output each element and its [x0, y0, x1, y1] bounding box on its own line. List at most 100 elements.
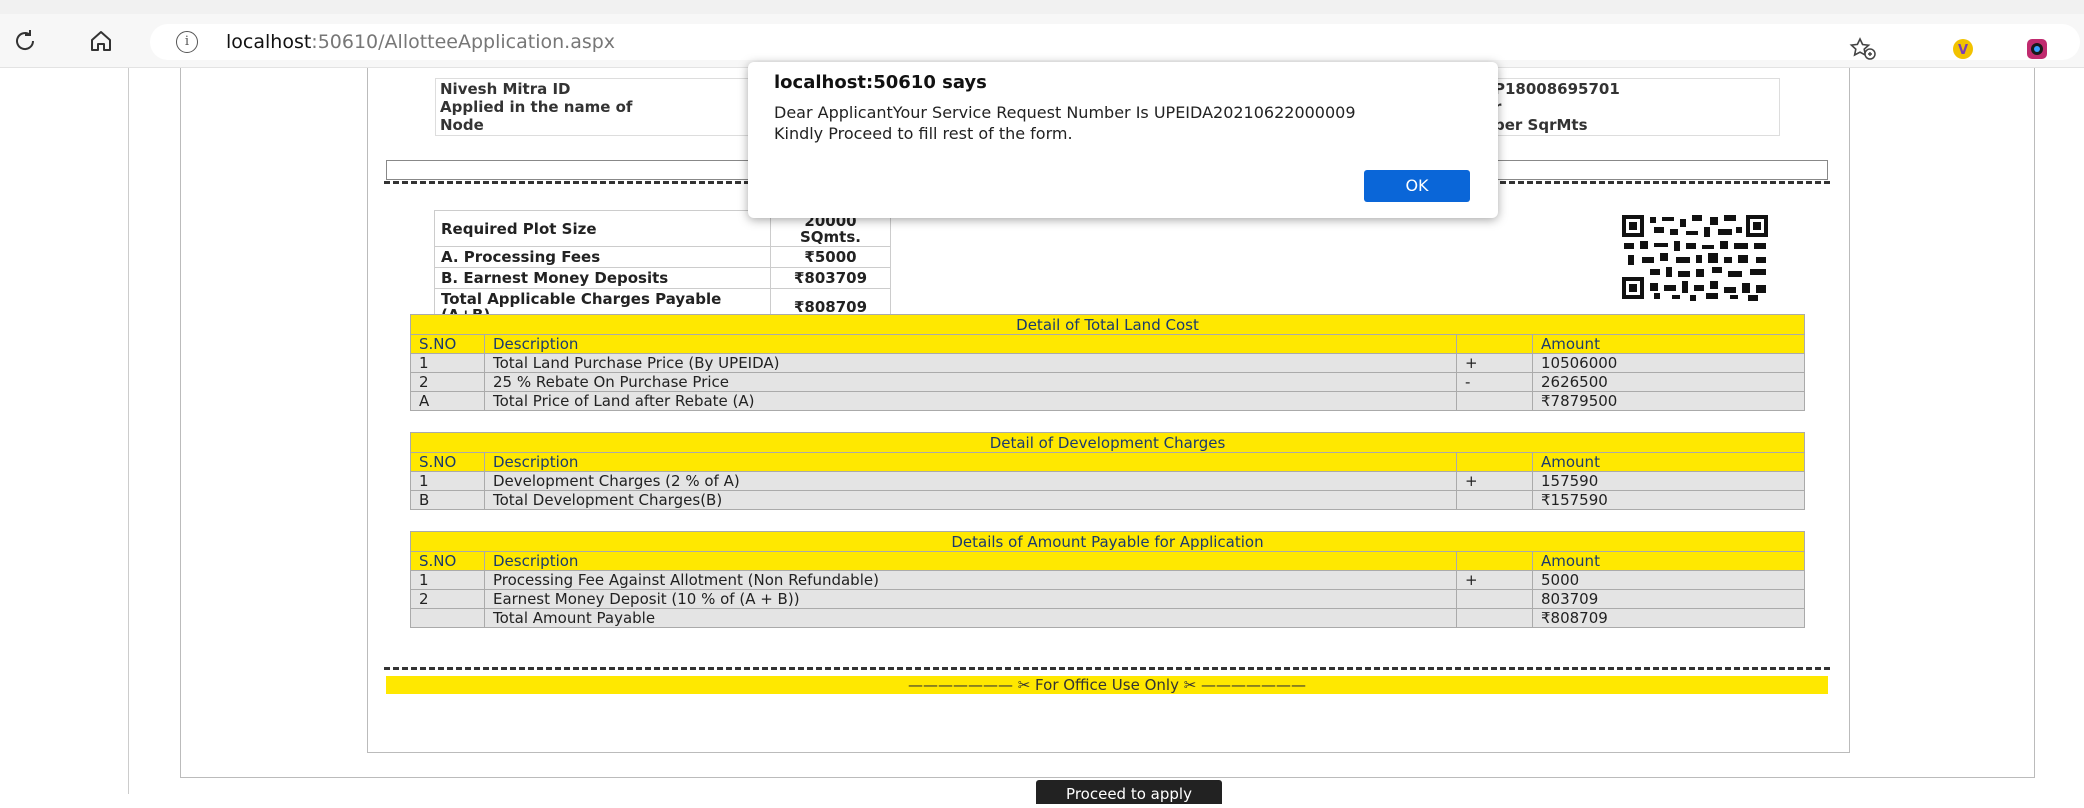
extension-icon[interactable]: V: [1946, 32, 1980, 66]
dialog-ok-button[interactable]: OK: [1364, 170, 1470, 202]
qr-code: [1620, 213, 1770, 301]
nivesh-mitra-value: P18008695701: [1494, 80, 1620, 98]
cell-amount: 2626500: [1532, 372, 1805, 392]
cell-amount: 5000: [1532, 570, 1805, 590]
svg-text:V: V: [1958, 43, 1968, 58]
address-bar[interactable]: i localhost:50610/AllotteeApplication.as…: [150, 24, 2080, 60]
dev-charges-header-row: S.NO Description Amount: [410, 452, 1805, 472]
cell-sign: -: [1456, 372, 1533, 392]
payable-title: Details of Amount Payable for Applicatio…: [410, 531, 1805, 552]
cell-sign: +: [1456, 353, 1533, 373]
table-row: 1 Development Charges (2 % of A) +157590: [410, 471, 1805, 491]
cell-amount: 157590: [1532, 471, 1805, 491]
header-sno: S.NO: [410, 452, 485, 472]
cell-sign: +: [1456, 570, 1533, 590]
cell-sno: 1: [410, 570, 485, 590]
table-row: 2 Earnest Money Deposit (10 % of (A + B))…: [410, 589, 1805, 609]
plot-size-label: Required Plot Size: [434, 210, 771, 247]
dev-charges-title: Detail of Development Charges: [410, 432, 1805, 453]
cell-sno: 2: [410, 589, 485, 609]
processing-fees-row: A. Processing Fees ₹5000: [434, 246, 891, 268]
header-sno: S.NO: [410, 551, 485, 571]
cell-amount: ₹7879500: [1532, 391, 1805, 411]
header-amount: Amount: [1532, 334, 1805, 354]
qr-finder-bottom-left: [1622, 277, 1644, 299]
applicant-info-values: P18008695701 r per SqrMts: [1494, 80, 1620, 134]
cell-sno: 1: [410, 471, 485, 491]
cell-description: Earnest Money Deposit (10 % of (A + B)): [484, 589, 1457, 609]
cell-description: Total Development Charges(B): [484, 490, 1457, 510]
cell-amount: 803709: [1532, 589, 1805, 609]
payable-header-row: S.NO Description Amount: [410, 551, 1805, 571]
emd-label: B. Earnest Money Deposits: [434, 267, 771, 289]
dev-charges-title-row: Detail of Development Charges: [410, 432, 1805, 453]
window-top-strip: [0, 0, 2084, 14]
header-sign: [1456, 551, 1533, 571]
cell-description: Processing Fee Against Allotment (Non Re…: [484, 570, 1457, 590]
node-value: per SqrMts: [1494, 116, 1588, 134]
processing-fees-value: ₹5000: [770, 246, 891, 268]
cell-sign: [1456, 391, 1533, 411]
cell-sign: +: [1456, 471, 1533, 491]
header-description: Description: [484, 551, 1457, 571]
office-use-banner: ——————— ✂ For Office Use Only ✂ ———————: [386, 676, 1828, 694]
dev-charges-table: Detail of Development Charges S.NO Descr…: [410, 432, 1805, 510]
qr-finder-top-left: [1622, 215, 1644, 237]
land-cost-table: Detail of Total Land Cost S.NO Descripti…: [410, 314, 1805, 411]
cell-sign: [1456, 490, 1533, 510]
cell-description: Total Land Purchase Price (By UPEIDA): [484, 353, 1457, 373]
cell-amount: ₹808709: [1532, 608, 1805, 628]
payable-table: Details of Amount Payable for Applicatio…: [410, 531, 1805, 628]
cell-sno: B: [410, 490, 485, 510]
cell-sno: 2: [410, 372, 485, 392]
cell-sno: 1: [410, 353, 485, 373]
header-description: Description: [484, 452, 1457, 472]
url-host: localhost: [226, 31, 312, 53]
refresh-icon[interactable]: [8, 24, 42, 58]
cell-amount: 10506000: [1532, 353, 1805, 373]
table-row: 2 25 % Rebate On Purchase Price -2626500: [410, 372, 1805, 392]
plot-charges-table: Required Plot Size 20000 SQmts. A. Proces…: [434, 210, 891, 325]
cell-sign: [1456, 589, 1533, 609]
info-icon[interactable]: i: [176, 31, 198, 53]
land-cost-title: Detail of Total Land Cost: [410, 314, 1805, 335]
payable-title-row: Details of Amount Payable for Applicatio…: [410, 531, 1805, 552]
header-amount: Amount: [1532, 551, 1805, 571]
proceed-to-apply-button[interactable]: Proceed to apply: [1036, 780, 1222, 804]
table-row: B Total Development Charges(B) ₹157590: [410, 490, 1805, 510]
plot-size-value-unit: SQmts.: [800, 227, 861, 246]
cell-description: 25 % Rebate On Purchase Price: [484, 372, 1457, 392]
dialog-title: localhost:50610 says: [774, 72, 987, 93]
cell-sno: [410, 608, 485, 628]
table-row: A Total Price of Land after Rebate (A) ₹78…: [410, 391, 1805, 411]
header-sign: [1456, 334, 1533, 354]
header-description: Description: [484, 334, 1457, 354]
table-row: Total Amount Payable ₹808709: [410, 608, 1805, 628]
cell-sign: [1456, 608, 1533, 628]
dialog-message-line2: Kindly Proceed to fill rest of the form.: [774, 124, 1073, 143]
profile-icon[interactable]: [2020, 32, 2054, 66]
dialog-message-line1: Dear ApplicantYour Service Request Numbe…: [774, 103, 1356, 122]
url-path: :50610/AllotteeApplication.aspx: [311, 31, 616, 53]
cell-sno: A: [410, 391, 485, 411]
land-cost-header-row: S.NO Description Amount: [410, 334, 1805, 354]
land-cost-title-row: Detail of Total Land Cost: [410, 314, 1805, 335]
total-charges-label-line1: Total Applicable Charges Payable: [441, 289, 722, 308]
qr-finder-top-right: [1746, 215, 1768, 237]
table-row: 1 Processing Fee Against Allotment (Non R…: [410, 570, 1805, 590]
cut-line-bottom: [384, 667, 1830, 670]
browser-toolbar: i localhost:50610/AllotteeApplication.as…: [0, 14, 2084, 68]
header-sign: [1456, 452, 1533, 472]
emd-value: ₹803709: [770, 267, 891, 289]
cell-amount: ₹157590: [1532, 490, 1805, 510]
sidebar-divider: [128, 68, 129, 794]
url-text[interactable]: localhost:50610/AllotteeApplication.aspx: [226, 31, 615, 53]
table-row: 1 Total Land Purchase Price (By UPEIDA) +1…: [410, 353, 1805, 373]
alert-dialog: localhost:50610 says Dear ApplicantYour …: [748, 62, 1498, 218]
cell-description: Total Price of Land after Rebate (A): [484, 391, 1457, 411]
header-sno: S.NO: [410, 334, 485, 354]
applied-name-value: r: [1494, 98, 1620, 116]
favorites-icon[interactable]: [1846, 32, 1880, 66]
emd-row: B. Earnest Money Deposits ₹803709: [434, 267, 891, 289]
home-icon[interactable]: [84, 24, 118, 58]
